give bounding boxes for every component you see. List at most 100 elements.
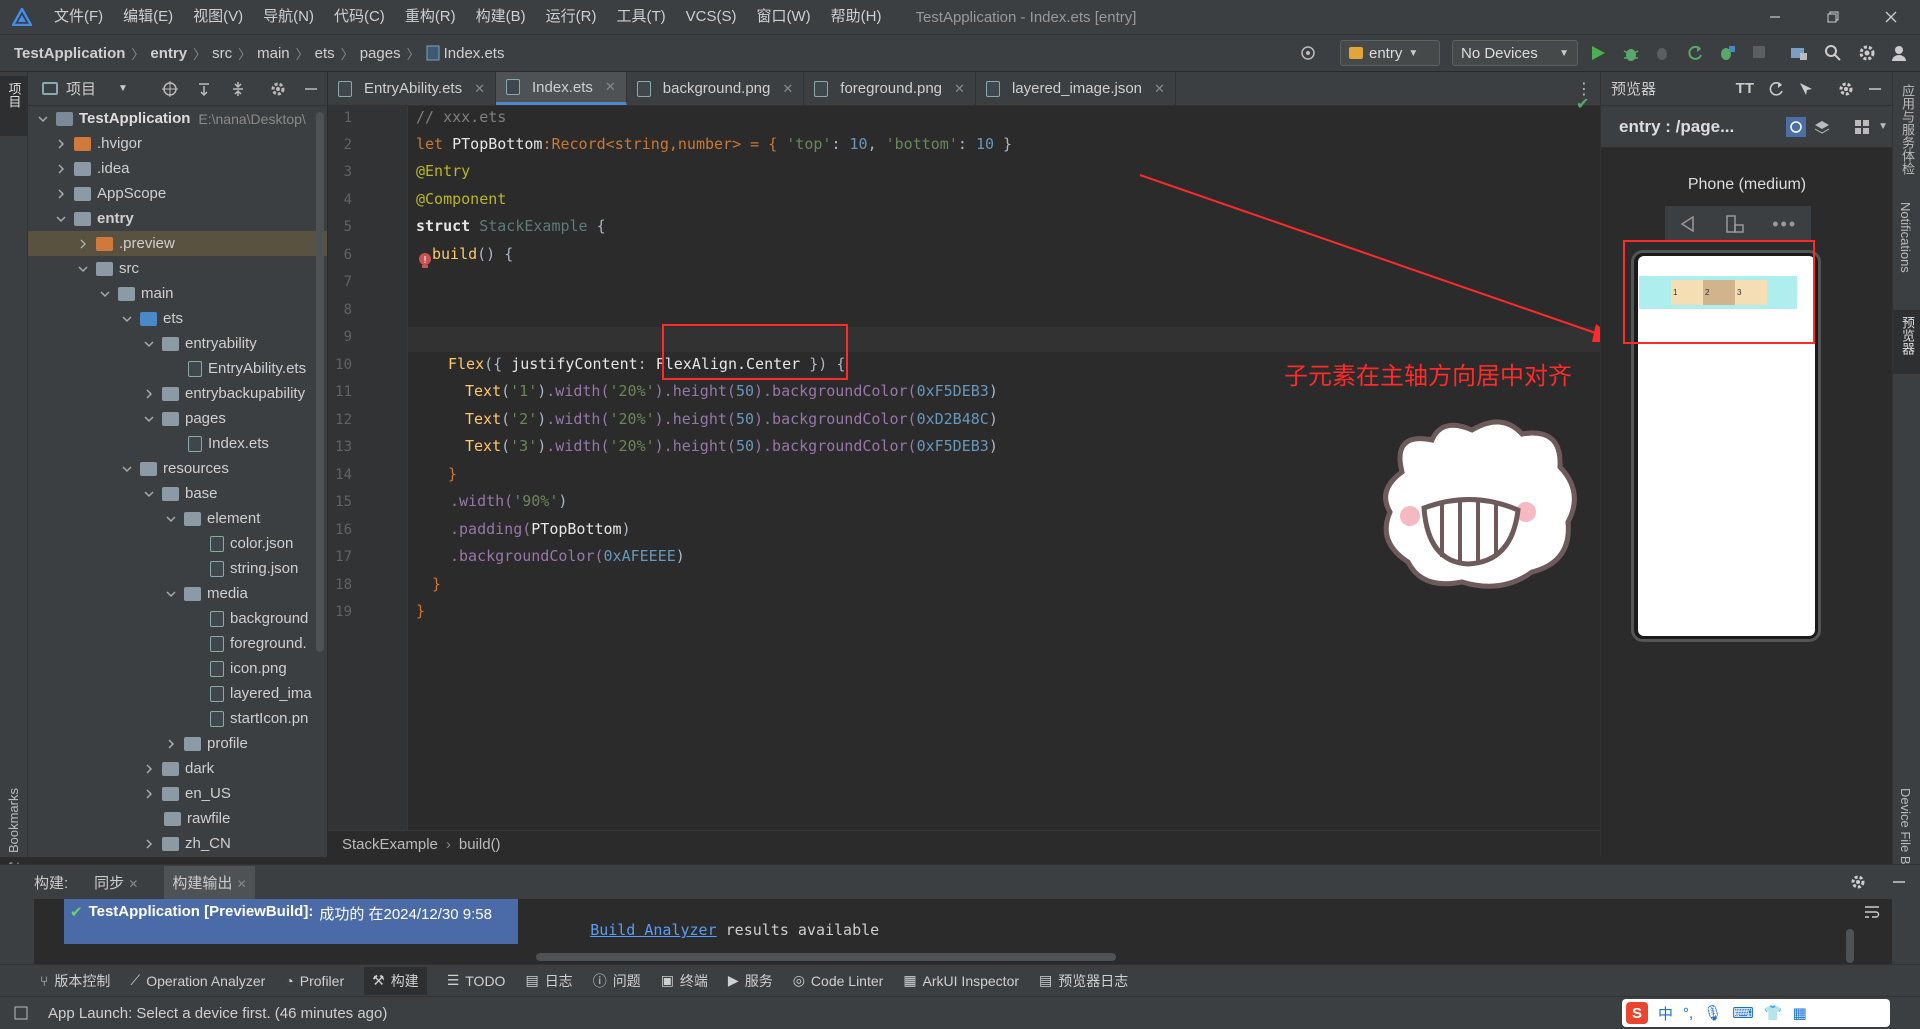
tool-operation-analyzer[interactable]: ⟋ Operation Analyzer	[130, 972, 265, 989]
toolbox-icon[interactable]: ▦	[1793, 1004, 1807, 1022]
app-service-check-button[interactable]: 应用与服务体检	[1898, 84, 1917, 178]
tree-item-entrybackupability[interactable]: entrybackupability	[28, 381, 327, 406]
tree-item-media[interactable]: media	[28, 581, 327, 606]
back-icon[interactable]	[1679, 215, 1697, 233]
breadcrumb-struct[interactable]: StackExample	[342, 836, 438, 853]
tree-item-index-ets[interactable]: Index.ets	[28, 431, 327, 456]
attach-debugger-icon[interactable]	[1654, 44, 1672, 62]
restore-button[interactable]	[1804, 0, 1862, 34]
ime-toolbar[interactable]: S 中 °, 🎙 ⌨ 👕 ▦	[1622, 999, 1890, 1027]
device-select[interactable]: No Devices ▼	[1452, 40, 1578, 66]
tree-item-src[interactable]: src	[28, 256, 327, 281]
tab-background[interactable]: background.png ✕	[627, 72, 805, 105]
font-size-icon[interactable]: TT	[1736, 80, 1754, 97]
menu-view[interactable]: 视图(V)	[183, 0, 253, 34]
grid-view-icon[interactable]	[1854, 119, 1870, 135]
tree-item-appscope[interactable]: AppScope	[28, 181, 327, 206]
hide-panel-icon[interactable]	[1892, 875, 1906, 889]
crumb-src[interactable]: src	[212, 45, 232, 62]
crumb-main[interactable]: main	[257, 45, 290, 62]
tree-item-entry[interactable]: entry	[28, 206, 327, 231]
gear-icon[interactable]	[1838, 81, 1854, 97]
tool-services[interactable]: ▶ 服务	[728, 971, 773, 991]
layout-toggle-icon[interactable]	[14, 1006, 28, 1020]
close-icon[interactable]: ✕	[237, 877, 247, 891]
menu-vcs[interactable]: VCS(S)	[676, 0, 747, 34]
menu-tools[interactable]: 工具(T)	[606, 0, 675, 34]
tab-build-output[interactable]: 构建输出 ✕	[164, 865, 255, 899]
crumb-entry[interactable]: entry	[150, 45, 187, 62]
hide-panel-icon[interactable]	[304, 82, 318, 96]
tree-item-dark[interactable]: dark	[28, 756, 327, 781]
keyboard-icon[interactable]: ⌨	[1732, 1004, 1754, 1022]
crumb-ets[interactable]: ets	[315, 45, 335, 62]
close-icon[interactable]: ✕	[128, 877, 138, 891]
tab-layered-image[interactable]: layered_image.json ✕	[976, 72, 1176, 105]
crumb-index[interactable]: Index.ets	[444, 45, 505, 62]
tool-version-control[interactable]: ⑂ 版本控制	[40, 971, 110, 991]
search-icon[interactable]	[1824, 44, 1842, 62]
tree-item-resources[interactable]: resources	[28, 456, 327, 481]
inspector-icon[interactable]	[1798, 81, 1814, 97]
module-select[interactable]: entry ▼	[1340, 40, 1440, 66]
tree-item-foreground[interactable]: foreground.	[28, 631, 327, 656]
tree-item-icon-png[interactable]: icon.png	[28, 656, 327, 681]
tree-item-hvigor[interactable]: .hvigor	[28, 131, 327, 156]
layers-icon[interactable]	[1814, 119, 1830, 135]
menu-window[interactable]: 窗口(W)	[746, 0, 820, 34]
ime-language[interactable]: 中	[1658, 1003, 1673, 1024]
target-icon[interactable]	[1300, 45, 1316, 61]
tool-profiler[interactable]: ◔ Profiler	[285, 973, 344, 989]
tree-item-preview[interactable]: .preview	[28, 231, 327, 256]
menu-build[interactable]: 构建(B)	[466, 0, 536, 34]
stop-icon[interactable]	[1752, 45, 1766, 59]
tree-item-zh-cn[interactable]: zh_CN	[28, 831, 327, 856]
menu-edit[interactable]: 编辑(E)	[113, 0, 183, 34]
tree-item-idea[interactable]: .idea	[28, 156, 327, 181]
close-icon[interactable]: ✕	[1154, 81, 1165, 97]
tree-item-string-json[interactable]: string.json	[28, 556, 327, 581]
tree-item-background[interactable]: background	[28, 606, 327, 631]
apply-changes-icon[interactable]	[1718, 44, 1736, 62]
bookmarks-tool-button[interactable]: Bookmarks	[6, 788, 21, 856]
ime-punctuation[interactable]: °,	[1683, 1005, 1693, 1022]
microphone-icon[interactable]: 🎙	[1703, 1004, 1722, 1022]
tree-item-entryability[interactable]: entryability	[28, 331, 327, 356]
notifications-button[interactable]: Notifications	[1898, 202, 1913, 276]
run-icon[interactable]	[1590, 44, 1606, 62]
tab-sync[interactable]: 同步 ✕	[94, 872, 138, 893]
tab-index[interactable]: Index.ets ✕	[496, 72, 627, 105]
account-icon[interactable]	[1890, 44, 1908, 62]
menu-run[interactable]: 运行(R)	[536, 0, 607, 34]
tree-item-profile[interactable]: profile	[28, 731, 327, 756]
tree-item-en-us[interactable]: en_US	[28, 781, 327, 806]
tool-problems[interactable]: ⓘ 问题	[593, 971, 641, 991]
component-mode-icon[interactable]	[1786, 116, 1807, 137]
tree-item-main[interactable]: main	[28, 281, 327, 306]
tool-code-linter[interactable]: ◎ Code Linter	[793, 972, 884, 989]
menu-help[interactable]: 帮助(H)	[821, 0, 892, 34]
tree-item-starticon[interactable]: startIcon.pn	[28, 706, 327, 731]
tool-todo[interactable]: ☰ TODO	[447, 972, 506, 989]
hide-panel-icon[interactable]	[1868, 82, 1882, 96]
tab-entryability[interactable]: EntryAbility.ets ✕	[328, 72, 496, 105]
build-analyzer-link[interactable]: Build Analyzer	[590, 921, 716, 939]
build-vertical-scrollbar[interactable]	[1846, 929, 1854, 963]
more-icon[interactable]: •••	[1772, 214, 1797, 235]
settings-icon[interactable]	[1858, 44, 1876, 62]
preview-page-path[interactable]: entry : /page...	[1619, 117, 1734, 137]
project-view-title[interactable]: 项目	[66, 78, 96, 99]
menu-file[interactable]: 文件(F)	[44, 0, 113, 34]
close-icon[interactable]: ✕	[782, 81, 793, 97]
tree-item-pages[interactable]: pages	[28, 406, 327, 431]
menu-navigate[interactable]: 导航(N)	[253, 0, 324, 34]
close-window-button[interactable]	[1862, 0, 1920, 34]
tree-item-element[interactable]: element	[28, 506, 327, 531]
debug-icon[interactable]	[1622, 44, 1640, 62]
rerun-icon[interactable]	[1686, 44, 1704, 62]
tree-root[interactable]: TestApplication E:\nana\Desktop\	[28, 106, 327, 131]
tree-item-base[interactable]: base	[28, 481, 327, 506]
previewer-tool-button[interactable]: 预览器	[1893, 310, 1920, 374]
minimize-button[interactable]	[1746, 0, 1804, 34]
project-scrollbar[interactable]	[316, 112, 324, 652]
